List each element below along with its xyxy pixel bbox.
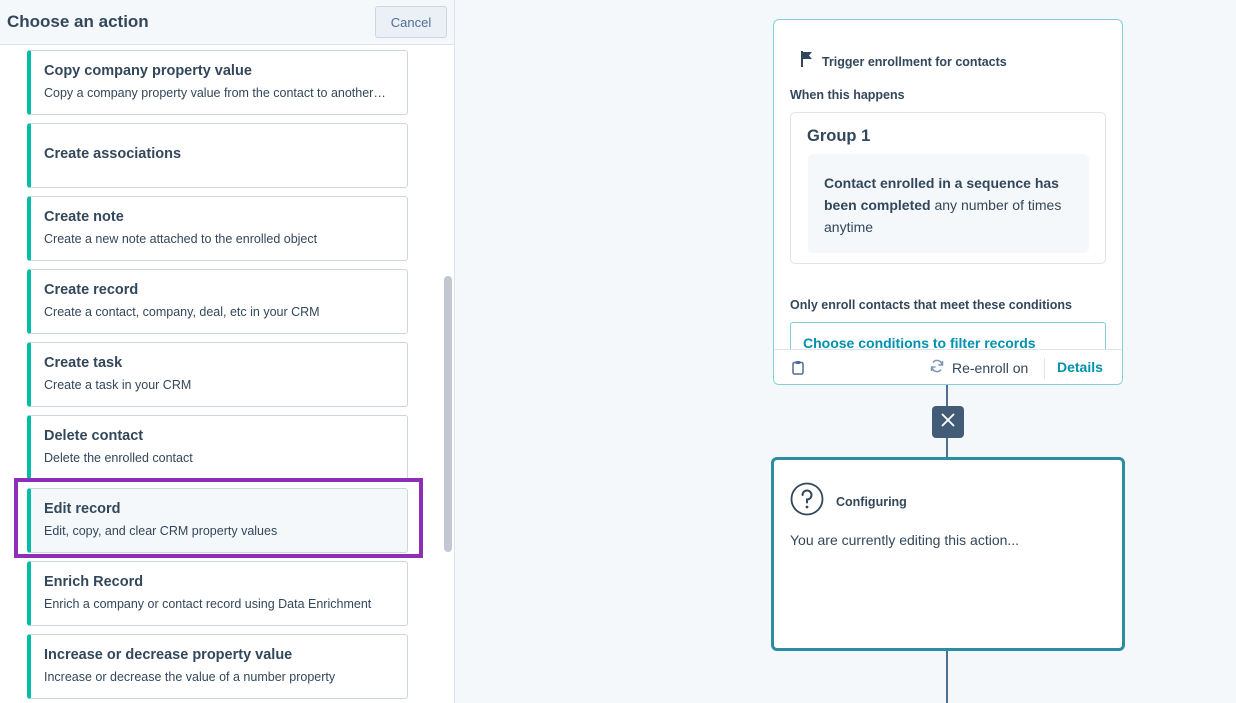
action-title: Create record (44, 282, 139, 298)
flag-icon (800, 50, 814, 73)
connector-line (946, 438, 948, 457)
action-title: Enrich Record (44, 574, 144, 590)
refresh-icon (930, 359, 944, 376)
action-copy-company-property-value[interactable]: Copy company property value Copy a compa… (27, 50, 408, 115)
config-title: Configuring (836, 494, 907, 509)
action-description: Create a task in your CRM (44, 378, 192, 392)
trigger-header: Trigger enrollment for contacts (800, 50, 1007, 73)
action-description: Enrich a company or contact record using… (44, 597, 372, 611)
action-edit-record[interactable]: Edit record Edit, copy, and clear CRM pr… (27, 488, 408, 553)
config-header: Configuring (790, 482, 907, 521)
config-text: You are currently editing this action... (790, 532, 1020, 548)
action-enrich-record[interactable]: Enrich Record Enrich a company or contac… (27, 561, 408, 626)
criteria-box[interactable]: Contact enrolled in a sequence has been … (808, 154, 1089, 253)
action-description: Create a new note attached to the enroll… (44, 232, 318, 246)
action-create-task[interactable]: Create task Create a task in your CRM (27, 342, 408, 407)
footer-divider (1044, 358, 1045, 379)
action-title: Create associations (44, 146, 182, 162)
panel-header: Choose an action Cancel (0, 0, 454, 45)
panel-title: Choose an action (7, 12, 149, 31)
configuring-card[interactable]: Configuring You are currently editing th… (771, 457, 1125, 651)
trigger-group[interactable]: Group 1 Contact enrolled in a sequence h… (790, 112, 1106, 264)
cancel-button[interactable]: Cancel (375, 6, 447, 38)
when-label: When this happens (790, 88, 905, 102)
only-enroll-label: Only enroll contacts that meet these con… (790, 298, 1072, 312)
action-description: Delete the enrolled contact (44, 451, 193, 465)
action-description: Edit, copy, and clear CRM property value… (44, 524, 278, 538)
connector-line (946, 651, 948, 703)
delete-action-button[interactable] (932, 406, 964, 438)
action-create-note[interactable]: Create note Create a new note attached t… (27, 196, 408, 261)
clipboard-icon[interactable] (792, 360, 804, 380)
action-list: Copy company property value Copy a compa… (0, 46, 440, 703)
action-title: Delete contact (44, 428, 144, 444)
action-create-associations[interactable]: Create associations (27, 123, 408, 188)
action-increase-decrease-property[interactable]: Increase or decrease property value Incr… (27, 634, 408, 699)
connector-line (946, 385, 948, 406)
action-title: Copy company property value (44, 63, 252, 79)
action-create-record[interactable]: Create record Create a contact, company,… (27, 269, 408, 334)
trigger-footer: Re-enroll on Details (774, 349, 1122, 384)
action-description: Create a contact, company, deal, etc in … (44, 305, 320, 319)
group-title: Group 1 (807, 127, 871, 145)
action-delete-contact[interactable]: Delete contact Delete the enrolled conta… (27, 415, 408, 480)
trigger-card[interactable]: Trigger enrollment for contacts When thi… (773, 19, 1123, 385)
details-link[interactable]: Details (1057, 359, 1103, 375)
close-icon (941, 413, 955, 432)
action-title: Create task (44, 355, 123, 371)
action-title: Create note (44, 209, 124, 225)
action-description: Copy a company property value from the c… (44, 86, 386, 100)
reenroll-toggle[interactable]: Re-enroll on (930, 359, 1028, 376)
action-title: Edit record (44, 501, 121, 517)
scrollbar-thumb[interactable] (444, 276, 452, 552)
reenroll-label: Re-enroll on (952, 359, 1029, 376)
action-description: Increase or decrease the value of a numb… (44, 670, 336, 684)
question-circle-icon (790, 482, 824, 521)
trigger-title: Trigger enrollment for contacts (822, 54, 1007, 69)
action-title: Increase or decrease property value (44, 647, 293, 663)
action-panel: Choose an action Cancel Copy company pro… (0, 0, 455, 703)
